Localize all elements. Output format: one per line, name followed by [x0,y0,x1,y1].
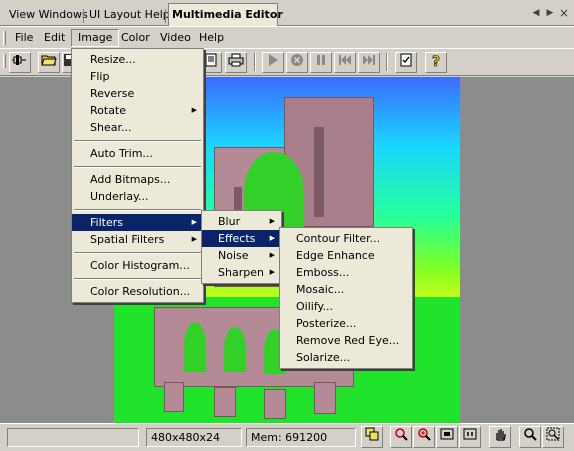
menu-item-flip[interactable]: Flip [72,68,203,85]
menu-item-label: Effects [218,232,256,245]
submenu-arrow-icon: ▶ [191,235,197,243]
menu-separator [72,162,203,171]
pan-hand-icon[interactable] [489,426,511,448]
menu-image[interactable]: Image [71,29,120,47]
pin-icon[interactable] [9,52,31,73]
menu-bar: File Edit Image Color Video Help [0,26,574,48]
properties-icon[interactable] [395,52,417,73]
toolbar-grip[interactable] [3,54,6,68]
menu-item-label: Sharpen [218,266,264,279]
zoom-in-icon[interactable] [413,426,435,448]
status-memory: Mem: 691200 [246,428,356,447]
menu-item-label: Spatial Filters [90,233,165,246]
menu-file[interactable]: File [9,29,39,47]
filters-submenu: Blur ▶ Effects ▶ Noise ▶ Sharpen ▶ [201,210,282,284]
zoom-region-icon[interactable] [542,426,564,448]
menu-separator [72,248,203,257]
menu-item-label: Noise [218,249,249,262]
menu-item-label: Rotate [90,104,127,117]
menu-item-label: Blur [218,215,241,228]
menu-item-emboss[interactable]: Emboss... [280,264,412,281]
open-folder-icon[interactable] [38,52,60,73]
skip-back-icon[interactable] [334,52,356,73]
menu-item-rotate[interactable]: Rotate ▶ [72,102,203,119]
menu-item-underlay[interactable]: Underlay... [72,188,203,205]
menu-item-label: Filters [90,216,123,229]
status-bar: 480x480x24 Mem: 691200 [0,423,574,451]
menu-item-blur[interactable]: Blur ▶ [202,213,281,230]
pause-icon[interactable] [310,52,332,73]
fit-window-icon[interactable] [436,426,458,448]
image-stone-texture [314,127,324,217]
image-stone-pillar [214,387,236,417]
menu-separator [72,274,203,283]
menu-item-mosaic[interactable]: Mosaic... [280,281,412,298]
menu-item-spatial-filters[interactable]: Spatial Filters ▶ [72,231,203,248]
actual-size-icon[interactable] [459,426,481,448]
submenu-arrow-icon: ▶ [191,106,197,114]
window-layout-icon[interactable] [361,426,383,448]
submenu-arrow-icon: ▶ [269,234,275,242]
toolbar-separator [254,53,256,71]
menu-item-contour-filter[interactable]: Contour Filter... [280,230,412,247]
close-tab-icon[interactable]: × [558,6,570,20]
menu-edit[interactable]: Edit [38,29,71,47]
image-stone-arch [224,327,246,372]
menu-video[interactable]: Video [154,29,197,47]
menu-item-noise[interactable]: Noise ▶ [202,247,281,264]
print-icon[interactable] [225,52,247,73]
menu-help[interactable]: Help [193,29,230,47]
image-stone-pillar [164,382,184,412]
status-image-dimensions: 480x480x24 [146,428,242,447]
submenu-arrow-icon: ▶ [269,217,275,225]
scroll-tabs-right-icon[interactable]: ▶ [544,6,556,20]
skip-forward-icon[interactable] [358,52,380,73]
svg-text:?: ? [432,54,440,69]
menu-separator [72,136,203,145]
menu-item-color-histogram[interactable]: Color Histogram... [72,257,203,274]
tab-ui-layout-help[interactable]: UI Layout Help [86,4,173,26]
menu-item-effects[interactable]: Effects ▶ [202,230,281,247]
menu-color[interactable]: Color [115,29,156,47]
menu-item-sharpen[interactable]: Sharpen ▶ [202,264,281,281]
menu-item-add-bitmaps[interactable]: Add Bitmaps... [72,171,203,188]
menu-item-oilify[interactable]: Oilify... [280,298,412,315]
status-message [7,428,139,447]
stop-icon[interactable] [286,52,308,73]
tab-divider [83,9,84,23]
image-stone-pillar [314,382,336,414]
document-tab-strip: View Windows UI Layout Help Multimedia E… [0,0,574,26]
image-stone-arch [184,322,206,372]
effects-submenu: Contour Filter... Edge Enhance Emboss...… [279,227,413,369]
submenu-arrow-icon: ▶ [191,218,197,226]
menu-item-edge-enhance[interactable]: Edge Enhance [280,247,412,264]
tab-multimedia-editor[interactable]: Multimedia Editor [168,3,283,26]
menu-item-resize[interactable]: Resize... [72,51,203,68]
menu-item-posterize[interactable]: Posterize... [280,315,412,332]
tab-divider [165,9,166,23]
menu-item-color-resolution[interactable]: Color Resolution... [72,283,203,300]
tab-view-windows[interactable]: View Windows [6,4,91,26]
help-icon[interactable]: ? [425,52,447,73]
toolbar-separator [386,53,388,71]
menu-item-shear[interactable]: Shear... [72,119,203,136]
play-icon[interactable] [262,52,284,73]
menu-item-reverse[interactable]: Reverse [72,85,203,102]
submenu-arrow-icon: ▶ [269,251,275,259]
zoom-fit-icon[interactable] [390,426,412,448]
menu-item-filters[interactable]: Filters ▶ [72,214,203,231]
submenu-arrow-icon: ▶ [269,268,275,276]
menu-item-remove-red-eye[interactable]: Remove Red Eye... [280,332,412,349]
zoom-tool-icon[interactable] [519,426,541,448]
scroll-tabs-left-icon[interactable]: ◀ [530,6,542,20]
menubar-grip[interactable] [3,31,6,45]
image-menu-dropdown: Resize... Flip Reverse Rotate ▶ Shear... … [71,48,204,303]
image-stone-pillar [264,389,286,419]
menu-separator [72,205,203,214]
menu-item-auto-trim[interactable]: Auto Trim... [72,145,203,162]
menu-item-solarize[interactable]: Solarize... [280,349,412,366]
